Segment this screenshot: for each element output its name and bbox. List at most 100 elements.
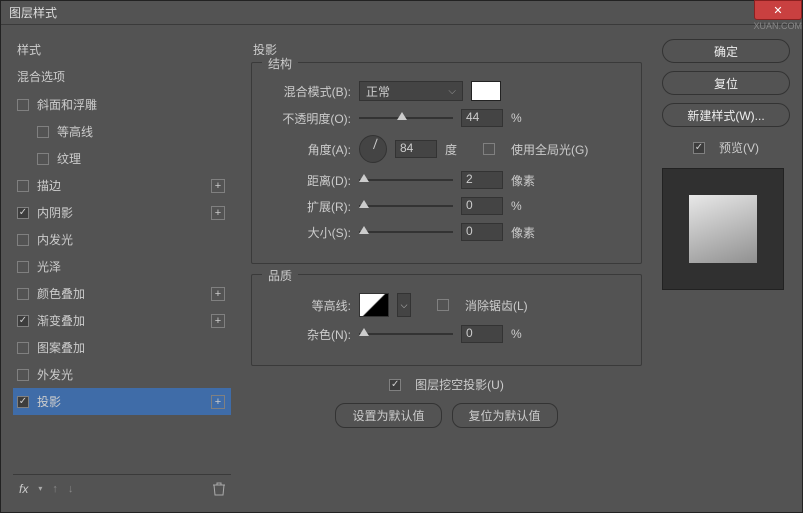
style-checkbox[interactable] <box>17 207 29 219</box>
angle-label: 角度(A): <box>266 141 351 158</box>
add-effect-icon[interactable]: + <box>211 314 225 328</box>
shadow-color-swatch[interactable] <box>471 81 501 101</box>
opacity-input[interactable]: 44 <box>461 109 503 127</box>
noise-input[interactable]: 0 <box>461 325 503 343</box>
style-list: 斜面和浮雕等高线纹理描边 + 内阴影 + 内发光光泽颜色叠加 + 渐变叠加 + 图案叠加外发光投… <box>13 91 231 474</box>
close-button[interactable] <box>754 0 802 20</box>
window-title: 图层样式 <box>9 4 57 21</box>
styles-header: 样式 <box>13 35 231 64</box>
style-item-2[interactable]: 纹理 <box>13 145 231 172</box>
opacity-slider[interactable] <box>359 111 453 125</box>
add-effect-icon[interactable]: + <box>211 206 225 220</box>
distance-label: 距离(D): <box>266 172 351 189</box>
opacity-label: 不透明度(O): <box>266 110 351 127</box>
add-effect-icon[interactable]: + <box>211 395 225 409</box>
blend-options[interactable]: 混合选项 <box>13 64 231 91</box>
style-item-5[interactable]: 内发光 <box>13 226 231 253</box>
action-panel: 确定 复位 新建样式(W)... 预览(V) <box>662 35 790 502</box>
style-label: 斜面和浮雕 <box>37 96 97 113</box>
distance-slider[interactable] <box>359 173 453 187</box>
noise-label: 杂色(N): <box>266 326 351 343</box>
style-item-1[interactable]: 等高线 <box>13 118 231 145</box>
style-checkbox[interactable] <box>17 369 29 381</box>
style-checkbox[interactable] <box>17 99 29 111</box>
styles-panel: 样式 混合选项 斜面和浮雕等高线纹理描边 + 内阴影 + 内发光光泽颜色叠加 + 渐变叠加 +… <box>13 35 231 502</box>
titlebar[interactable]: 图层样式 XUAN.COM <box>1 1 802 25</box>
watermark: XUAN.COM <box>753 21 802 31</box>
knockout-checkbox[interactable] <box>389 379 401 391</box>
distance-unit: 像素 <box>511 172 541 189</box>
effect-settings: 投影 结构 混合模式(B): 正常 不透明度(O): 44 % 角度(A): <box>243 35 650 502</box>
style-label: 外发光 <box>37 366 73 383</box>
trash-icon[interactable] <box>213 482 225 496</box>
preview-thumbnail <box>662 168 784 290</box>
styles-footer: fx ▾ ↑ ↓ <box>13 474 231 502</box>
style-label: 描边 <box>37 177 61 194</box>
style-item-7[interactable]: 颜色叠加 + <box>13 280 231 307</box>
style-item-4[interactable]: 内阴影 + <box>13 199 231 226</box>
move-down-icon[interactable]: ↓ <box>68 483 74 495</box>
effect-title: 投影 <box>253 41 642 58</box>
preview-label: 预览(V) <box>719 139 759 156</box>
antialias-label: 消除锯齿(L) <box>465 297 528 314</box>
contour-label: 等高线: <box>266 297 351 314</box>
ok-button[interactable]: 确定 <box>662 39 790 63</box>
preview-inner <box>689 195 757 263</box>
size-slider[interactable] <box>359 225 453 239</box>
style-checkbox[interactable] <box>17 396 29 408</box>
style-item-8[interactable]: 渐变叠加 + <box>13 307 231 334</box>
style-checkbox[interactable] <box>37 153 49 165</box>
style-checkbox[interactable] <box>17 261 29 273</box>
style-item-11[interactable]: 投影 + <box>13 388 231 415</box>
contour-dropdown-icon[interactable]: ⌵ <box>397 293 411 317</box>
spread-unit: % <box>511 199 541 213</box>
style-checkbox[interactable] <box>17 342 29 354</box>
spread-slider[interactable] <box>359 199 453 213</box>
reset-default-button[interactable]: 复位为默认值 <box>452 403 558 428</box>
angle-dial[interactable] <box>359 135 387 163</box>
set-default-button[interactable]: 设置为默认值 <box>335 403 441 428</box>
style-checkbox[interactable] <box>17 288 29 300</box>
style-checkbox[interactable] <box>17 234 29 246</box>
style-label: 内阴影 <box>37 204 73 221</box>
size-unit: 像素 <box>511 224 541 241</box>
style-label: 渐变叠加 <box>37 312 85 329</box>
global-light-checkbox[interactable] <box>483 143 495 155</box>
add-effect-icon[interactable]: + <box>211 179 225 193</box>
add-effect-icon[interactable]: + <box>211 287 225 301</box>
fx-dropdown-icon[interactable]: ▾ <box>38 484 42 493</box>
style-label: 颜色叠加 <box>37 285 85 302</box>
distance-input[interactable]: 2 <box>461 171 503 189</box>
contour-picker[interactable] <box>359 293 389 317</box>
move-up-icon[interactable]: ↑ <box>52 483 58 495</box>
size-input[interactable]: 0 <box>461 223 503 241</box>
angle-input[interactable]: 84 <box>395 140 437 158</box>
global-light-label: 使用全局光(G) <box>511 141 588 158</box>
spread-input[interactable]: 0 <box>461 197 503 215</box>
style-item-9[interactable]: 图案叠加 <box>13 334 231 361</box>
antialias-checkbox[interactable] <box>437 299 449 311</box>
blend-mode-dropdown[interactable]: 正常 <box>359 81 463 101</box>
quality-legend: 品质 <box>262 267 298 284</box>
style-label: 投影 <box>37 393 61 410</box>
knockout-label: 图层挖空投影(U) <box>415 376 504 393</box>
new-style-button[interactable]: 新建样式(W)... <box>662 103 790 127</box>
structure-legend: 结构 <box>262 55 298 72</box>
fx-label[interactable]: fx <box>19 482 28 496</box>
style-checkbox[interactable] <box>17 315 29 327</box>
reset-button[interactable]: 复位 <box>662 71 790 95</box>
structure-group: 结构 混合模式(B): 正常 不透明度(O): 44 % 角度(A): 84 度 <box>251 62 642 264</box>
style-checkbox[interactable] <box>17 180 29 192</box>
style-label: 内发光 <box>37 231 73 248</box>
style-item-0[interactable]: 斜面和浮雕 <box>13 91 231 118</box>
noise-slider[interactable] <box>359 327 453 341</box>
style-item-3[interactable]: 描边 + <box>13 172 231 199</box>
style-item-6[interactable]: 光泽 <box>13 253 231 280</box>
size-label: 大小(S): <box>266 224 351 241</box>
layer-style-dialog: 图层样式 XUAN.COM 样式 混合选项 斜面和浮雕等高线纹理描边+内阴影+内… <box>0 0 803 513</box>
style-label: 光泽 <box>37 258 61 275</box>
style-checkbox[interactable] <box>37 126 49 138</box>
noise-unit: % <box>511 327 541 341</box>
preview-checkbox[interactable] <box>693 142 705 154</box>
style-item-10[interactable]: 外发光 <box>13 361 231 388</box>
